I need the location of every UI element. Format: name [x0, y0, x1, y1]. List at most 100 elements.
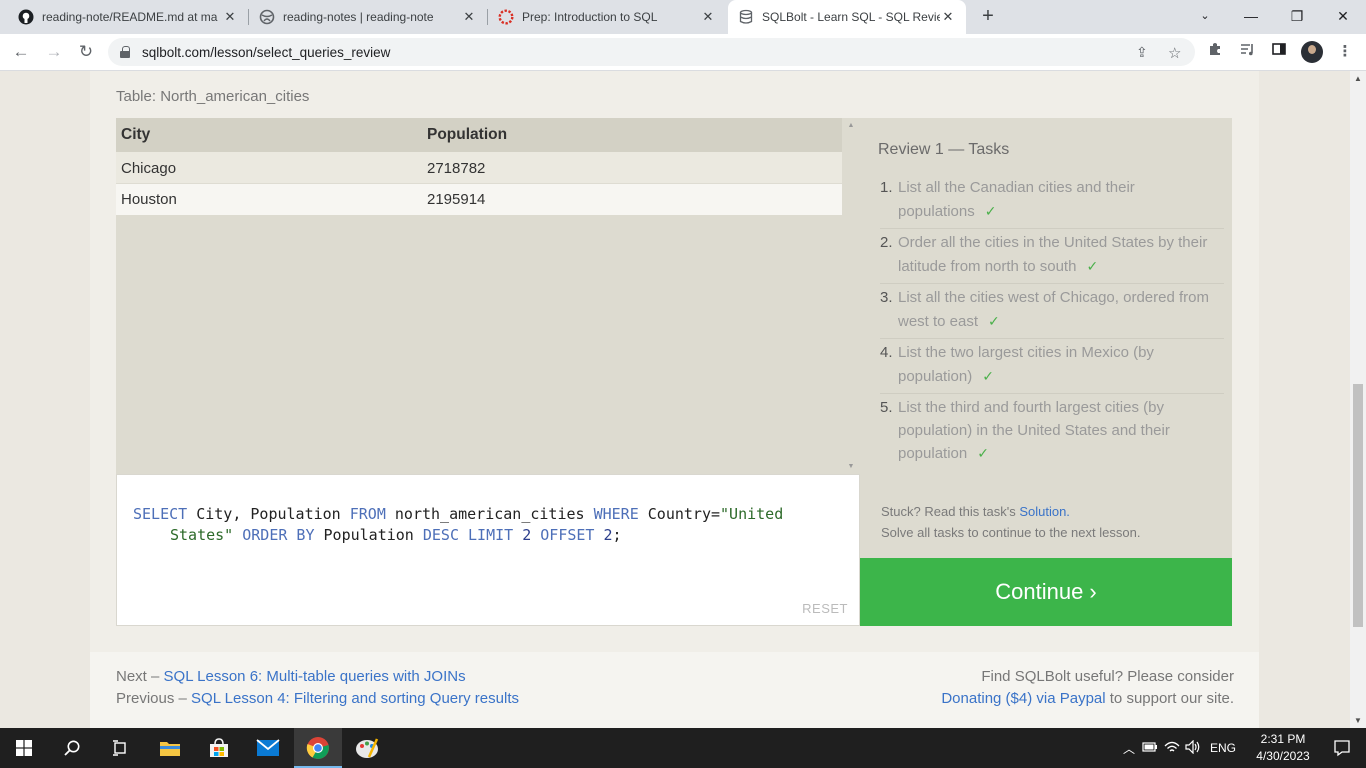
profile-avatar[interactable]: [1301, 41, 1323, 63]
scrollbar-thumb[interactable]: [1353, 384, 1363, 627]
task-view-icon[interactable]: [96, 728, 144, 768]
sql-token: City, Population: [187, 505, 350, 523]
task-item: 5. List the third and fourth largest citi…: [880, 394, 1224, 471]
file-explorer-icon[interactable]: [146, 728, 194, 768]
windows-start-icon[interactable]: [0, 728, 48, 768]
minimize-icon[interactable]: —: [1228, 0, 1274, 34]
sql-token: north_american_cities: [385, 505, 594, 523]
results-header-row: City Population: [116, 118, 842, 152]
wifi-icon[interactable]: [1162, 741, 1182, 756]
reset-button[interactable]: RESET: [802, 601, 848, 616]
forward-icon[interactable]: →: [42, 40, 66, 64]
tab-close-icon[interactable]: ✕: [940, 9, 956, 25]
scroll-down-icon[interactable]: ▼: [842, 463, 860, 470]
tasks-title: Review 1 — Tasks: [878, 141, 1010, 158]
tab-close-icon[interactable]: ✕: [461, 9, 477, 25]
query-line-2: States" ORDER BY Population DESC LIMIT 2…: [133, 525, 833, 546]
language-indicator[interactable]: ENG: [1204, 741, 1242, 755]
restore-icon[interactable]: ❐: [1274, 0, 1320, 34]
query-line-1: SELECT City, Population FROM north_ameri…: [133, 504, 833, 525]
clock-date: 4/30/2023: [1256, 749, 1310, 763]
stuck-instruction: Solve all tasks to continue to the next …: [881, 524, 1141, 540]
task-text: List all the cities west of Chicago, ord…: [898, 289, 1209, 330]
lesson-content: Table: North_american_cities City Popula…: [90, 71, 1259, 728]
next-prefix: Next –: [116, 668, 164, 685]
sql-keyword: LIMIT: [468, 525, 514, 544]
sql-editor[interactable]: SELECT City, Population FROM north_ameri…: [116, 474, 860, 626]
taskbar-clock[interactable]: 2:31 PM 4/30/2023: [1250, 731, 1316, 765]
paint-icon[interactable]: [343, 728, 391, 768]
sql-query-text[interactable]: SELECT City, Population FROM north_ameri…: [133, 504, 833, 545]
tab-prep-sql[interactable]: Prep: Introduction to SQL ✕: [488, 0, 726, 34]
clock-time: 2:31 PM: [1260, 732, 1306, 746]
chrome-icon[interactable]: [294, 728, 342, 768]
extensions-icon[interactable]: [1204, 41, 1226, 63]
tab-close-icon[interactable]: ✕: [222, 9, 238, 25]
tab-reading-notes[interactable]: reading-notes | reading-note ✕: [249, 0, 487, 34]
cell-population: 2718782: [427, 159, 486, 177]
check-icon: ✓: [988, 312, 1000, 329]
new-tab-icon[interactable]: +: [977, 5, 999, 27]
reading-list-icon[interactable]: [1236, 41, 1258, 63]
lock-icon: [120, 46, 130, 58]
sql-keyword: OFFSET: [540, 525, 595, 544]
results-scrollbar[interactable]: ▲ ▼: [842, 118, 860, 474]
microsoft-store-icon[interactable]: [195, 728, 243, 768]
back-icon[interactable]: ←: [9, 40, 33, 64]
share-icon[interactable]: ⇪: [1136, 44, 1148, 61]
reload-icon[interactable]: ↻: [74, 40, 98, 64]
database-icon: [738, 9, 754, 25]
scroll-up-icon[interactable]: ▲: [1350, 74, 1366, 83]
table-row: Houston 2195914: [116, 183, 842, 215]
page-scrollbar[interactable]: ▲ ▼: [1350, 71, 1366, 728]
close-window-icon[interactable]: ✕: [1320, 0, 1366, 34]
task-item: 1. List all the Canadian cities and their…: [880, 174, 1224, 229]
tab-readme[interactable]: reading-note/README.md at ma ✕: [8, 0, 248, 34]
next-lesson-link[interactable]: SQL Lesson 6: Multi-table queries with J…: [164, 668, 466, 685]
column-header-population: Population: [427, 126, 508, 143]
tab-search-icon[interactable]: ⌄: [1182, 0, 1228, 34]
tab-close-icon[interactable]: ✕: [700, 9, 716, 25]
task-text: Order all the cities in the United State…: [898, 234, 1208, 275]
bookmark-star-icon[interactable]: ☆: [1168, 44, 1181, 62]
side-panel-icon[interactable]: [1268, 41, 1290, 63]
cell-city: Houston: [121, 191, 177, 208]
sql-number: 2: [522, 525, 532, 544]
task-text: List the third and fourth largest cities…: [898, 399, 1170, 462]
notification-center-icon[interactable]: [1318, 728, 1366, 768]
github-icon: [18, 9, 34, 25]
sql-token: Country=: [638, 505, 721, 523]
stuck-prefix: Stuck? Read this task's: [881, 504, 1020, 519]
check-icon: ✓: [984, 202, 997, 219]
task-number: 4.: [880, 344, 893, 361]
check-icon: ✓: [977, 445, 989, 461]
address-bar[interactable]: sqlbolt.com/lesson/select_queries_review…: [108, 38, 1195, 66]
previous-lesson-link[interactable]: SQL Lesson 4: Filtering and sorting Quer…: [191, 690, 519, 707]
tab-sqlbolt[interactable]: SQLBolt - Learn SQL - SQL Revie ✕: [728, 0, 966, 34]
tab-title: SQLBolt - Learn SQL - SQL Revie: [762, 10, 940, 24]
continue-button[interactable]: Continue ›: [860, 558, 1232, 626]
search-icon[interactable]: [48, 728, 96, 768]
tasks-panel: Review 1 — Tasks 1. List all the Canadian…: [860, 118, 1232, 558]
scroll-up-icon[interactable]: ▲: [842, 122, 860, 129]
scroll-down-icon[interactable]: ▼: [1350, 716, 1366, 725]
solution-link[interactable]: Solution.: [1019, 504, 1070, 519]
sql-keyword: ORDER BY: [242, 525, 315, 544]
tab-strip: reading-note/README.md at ma ✕ reading-n…: [0, 0, 1366, 34]
mail-icon[interactable]: [244, 728, 292, 768]
donation-prompt: Find SQLBolt useful? Please consider: [981, 668, 1234, 685]
system-tray: ︿ ENG: [1120, 728, 1242, 768]
chevron-up-icon[interactable]: ︿: [1120, 740, 1138, 757]
task-item: 4. List the two largest cities in Mexico …: [880, 339, 1224, 394]
windows-taskbar: ︿ ENG 2:31 PM 4/30/2023: [0, 728, 1366, 768]
page-viewport: Table: North_american_cities City Popula…: [0, 71, 1350, 728]
menu-kebab-icon[interactable]: ⋮: [1334, 41, 1356, 63]
donate-link[interactable]: Donating ($4) via Paypal: [941, 690, 1105, 707]
task-list: 1. List all the Canadian cities and their…: [880, 174, 1224, 471]
tab-title: reading-note/README.md at ma: [42, 10, 218, 24]
battery-icon[interactable]: [1138, 741, 1162, 756]
check-icon: ✓: [1086, 257, 1099, 274]
sql-token: Population: [314, 525, 423, 544]
volume-icon[interactable]: [1182, 739, 1204, 757]
